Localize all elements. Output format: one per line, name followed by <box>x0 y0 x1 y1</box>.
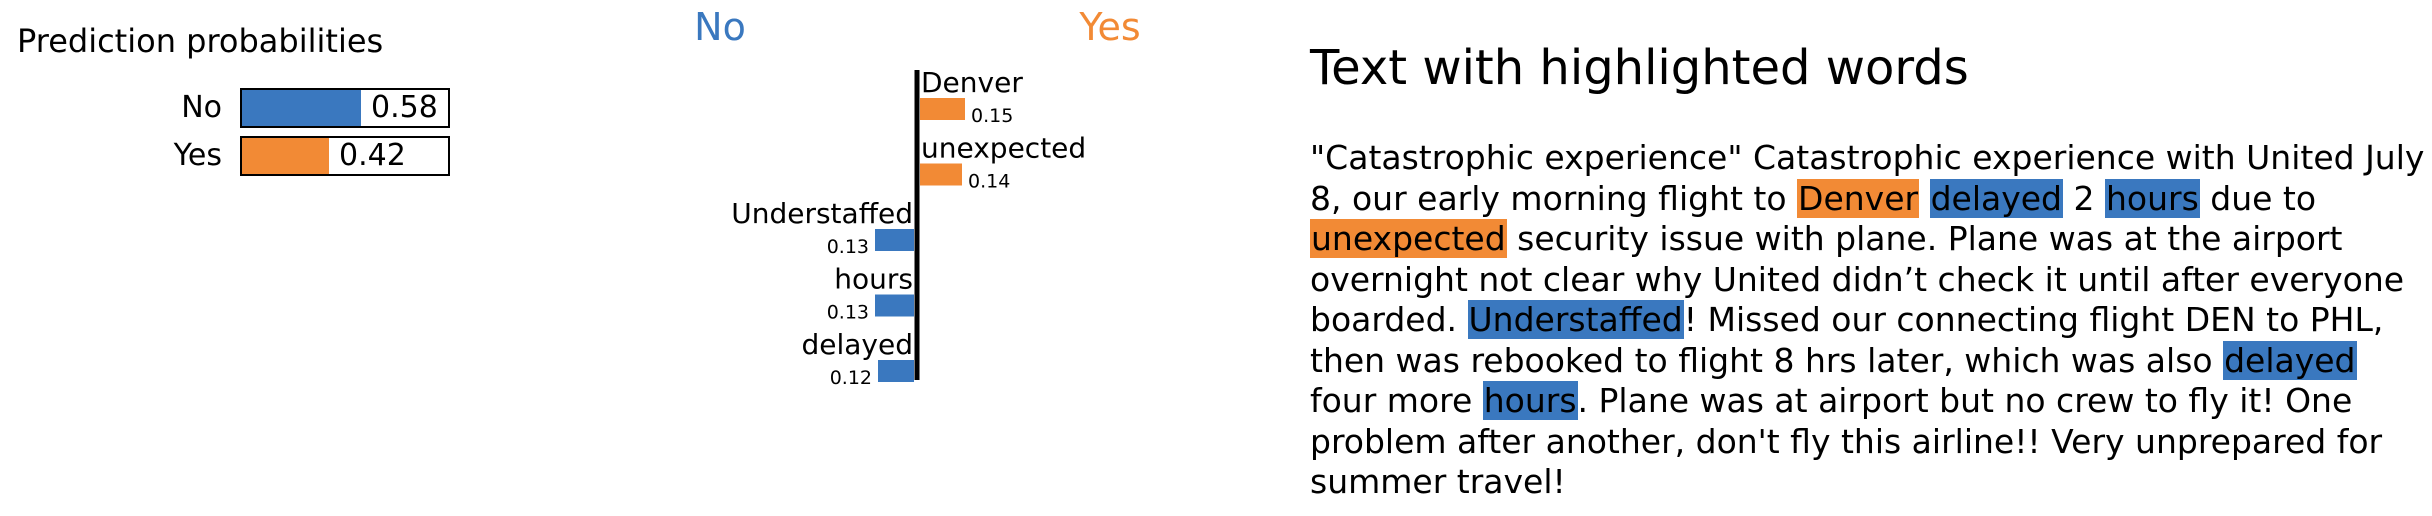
probability-value-no: 0.58 <box>371 90 438 125</box>
feature-weight-label: 0.14 <box>968 171 1010 193</box>
feature-weight-label: 0.12 <box>830 367 872 389</box>
feature-label: unexpected <box>921 132 1086 165</box>
feature-bar <box>920 98 965 120</box>
feature-label: Denver <box>921 66 1023 99</box>
feature-label: delayed <box>801 328 913 361</box>
highlighted-word: hours <box>1482 381 1578 420</box>
probability-label-no: No <box>181 90 222 125</box>
feature-weights-svg: No Yes Denver 0.15 unexpected 0.14 Understaffe… <box>694 5 1141 389</box>
probability-bar-yes <box>242 138 329 174</box>
text-segment: four more <box>1310 381 1483 420</box>
text-segment: 2 <box>2063 178 2105 218</box>
probability-label-yes: Yes <box>173 138 222 173</box>
probabilities-title: Prediction probabilities <box>17 22 384 60</box>
feature-label: hours <box>834 263 913 296</box>
prediction-probabilities-panel: Prediction probabilities No 0.58 Yes 0.4… <box>0 0 470 200</box>
text-segment: due to <box>2199 178 2317 218</box>
class-label-yes: Yes <box>1078 5 1140 49</box>
probability-row-yes: Yes 0.42 <box>0 136 470 176</box>
text-segment <box>1919 179 1930 218</box>
probability-value-yes: 0.42 <box>339 138 406 173</box>
highlighted-text-heading: Text with highlighted words <box>1310 40 1969 96</box>
feature-bar <box>875 229 914 251</box>
probability-bar-frame-no: 0.58 <box>240 88 450 128</box>
highlighted-text-panel: Text with highlighted words "Catastrophi… <box>1310 40 2432 503</box>
feature-weights-chart: No Yes Denver 0.15 unexpected 0.14 Understaffe… <box>560 0 1160 420</box>
highlighted-word: delayed <box>1929 178 2063 218</box>
highlighted-word: hours <box>2104 178 2200 218</box>
highlighted-word: Denver <box>1797 178 1920 218</box>
probability-bar-no <box>242 90 361 126</box>
probability-row-no: No 0.58 <box>0 88 470 128</box>
feature-weight-label: 0.13 <box>827 302 869 324</box>
highlighted-word: Understaffed <box>1467 300 1684 339</box>
class-label-no: No <box>694 5 746 49</box>
feature-weight-label: 0.15 <box>971 105 1013 127</box>
highlighted-word: unexpected <box>1310 219 1507 258</box>
feature-bar <box>920 163 962 186</box>
highlighted-text-body: "Catastrophic experience" Catastrophic e… <box>1310 138 2432 503</box>
highlighted-word: delayed <box>2223 340 2357 380</box>
feature-weight-label: 0.13 <box>827 236 869 258</box>
feature-bar <box>878 360 914 382</box>
feature-bar <box>875 294 914 317</box>
probability-bar-frame-yes: 0.42 <box>240 136 450 176</box>
feature-label: Understaffed <box>731 197 913 230</box>
